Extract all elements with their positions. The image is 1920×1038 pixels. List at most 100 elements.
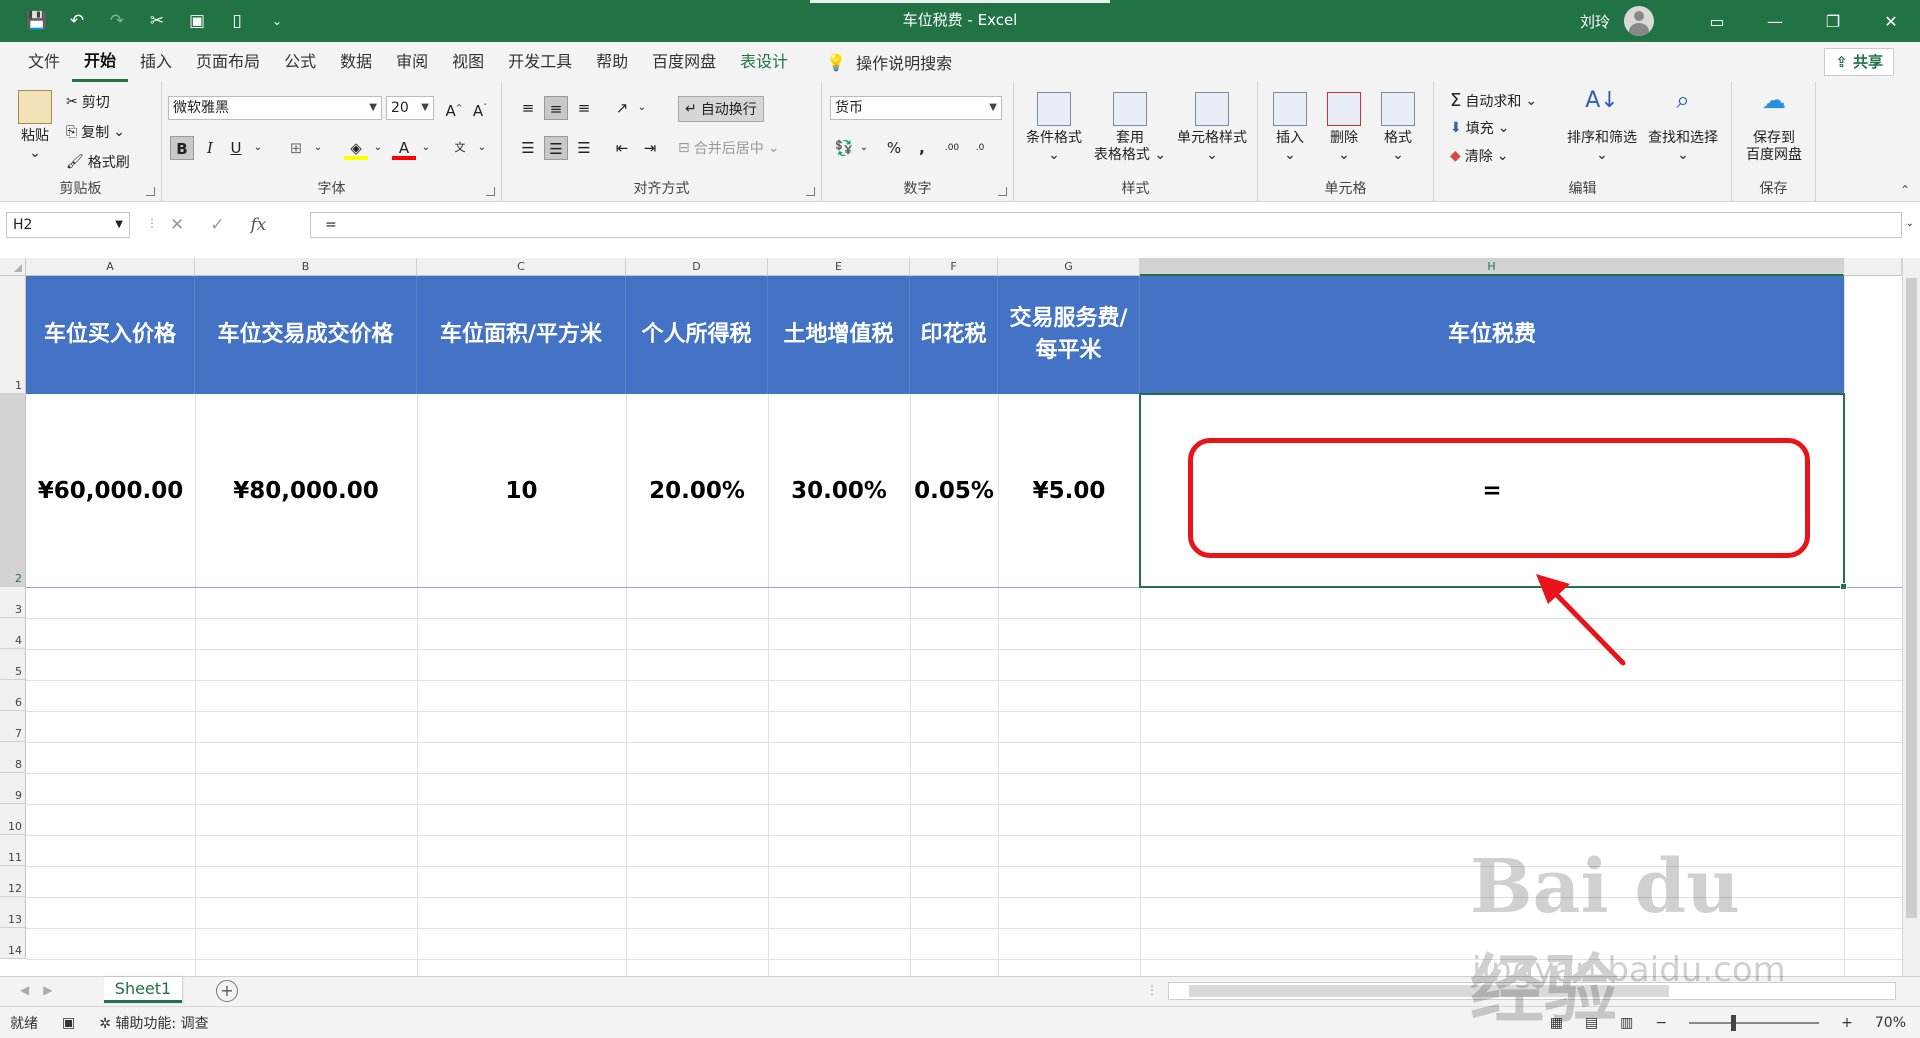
phonetic-guide-icon[interactable]: 文 [448,136,472,160]
vertical-scrollbar[interactable] [1902,258,1920,976]
align-bottom-icon[interactable]: ≡ [572,96,596,120]
cancel-icon[interactable]: ✕ [170,215,184,235]
enter-icon[interactable]: ✓ [210,215,224,235]
tab-table-design[interactable]: 表设计 [728,42,800,82]
insert-cells-button[interactable]: 插入 ⌄ [1264,92,1316,164]
avatar[interactable] [1624,6,1654,36]
accounting-dropdown-icon[interactable]: ⌄ [852,136,876,160]
sort-filter-button[interactable]: A↓ 排序和筛选 ⌄ [1562,90,1642,164]
find-select-button[interactable]: ⌕ 查找和选择 ⌄ [1642,88,1724,164]
table-header-cell[interactable]: 车位面积/平方米 [417,276,626,394]
column-header-d[interactable]: D [626,258,768,276]
bold-button[interactable]: B [170,136,194,160]
column-header-c[interactable]: C [417,258,626,276]
fill-color-dropdown-icon[interactable]: ⌄ [366,136,390,160]
vertical-scroll-thumb[interactable] [1906,278,1917,918]
tab-review[interactable]: 审阅 [384,42,440,82]
wrap-text-button[interactable]: ↵ 自动换行 [678,96,764,122]
table-data-cell[interactable]: ¥80,000.00 [195,394,417,587]
page-layout-view-icon[interactable]: ▤ [1585,1015,1598,1031]
zoom-in-icon[interactable]: + [1841,1015,1853,1031]
fill-color-icon[interactable]: ◈ [344,136,368,160]
table-header-cell[interactable]: 交易服务费/ 每平米 [998,276,1140,394]
save-icon[interactable]: 💾 [24,11,50,31]
merge-center-button[interactable]: ⊟ 合并后居中 ⌄ [678,138,779,158]
insert-function-icon[interactable]: fx [251,215,267,235]
save-to-baidu-button[interactable]: ☁ 保存到 百度网盘 [1736,88,1812,164]
tab-help[interactable]: 帮助 [584,42,640,82]
select-all-button[interactable] [0,258,26,276]
undo-icon[interactable]: ↶ [64,11,90,31]
redo-icon[interactable]: ↷ [104,11,130,31]
customize-qat-icon[interactable]: ⌄ [264,14,290,28]
column-header-b[interactable]: B [195,258,417,276]
cell-styles-button[interactable]: 单元格样式 ⌄ [1170,92,1254,164]
dialog-launcher-icon[interactable] [486,187,495,196]
tell-me-search[interactable]: 💡 操作说明搜索 [826,50,952,74]
add-sheet-icon[interactable]: + [216,980,238,1002]
row-header-4[interactable]: 4 [0,618,26,649]
row-header-8[interactable]: 8 [0,742,26,773]
copy-button[interactable]: ⎘ 复制 ⌄ [66,122,125,142]
sheet-nav-arrows[interactable]: ◀▶ [20,983,66,997]
row-header-10[interactable]: 10 [0,804,26,835]
table-header-cell[interactable]: 印花税 [910,276,998,394]
row-header-6[interactable]: 6 [0,680,26,711]
row-header-14[interactable]: 14 [0,928,26,959]
font-color-icon[interactable]: A [392,136,416,160]
collapse-ribbon-icon[interactable]: ⌃ [1900,183,1910,197]
cut-button[interactable]: ✂ 剪切 [66,92,110,112]
column-header-a[interactable]: A [26,258,195,276]
align-left-icon[interactable]: ☰ [516,136,540,160]
close-icon[interactable]: ✕ [1862,0,1920,42]
row-header-7[interactable]: 7 [0,711,26,742]
page-break-view-icon[interactable]: ▥ [1620,1015,1633,1031]
ribbon-display-options-icon[interactable]: ▭ [1688,0,1746,42]
format-cells-button[interactable]: 格式 ⌄ [1372,92,1424,164]
table-data-cell[interactable]: 20.00% [626,394,768,587]
row-header-9[interactable]: 9 [0,773,26,804]
expand-formula-bar-icon[interactable]: ⌄ [1906,218,1914,229]
tab-data[interactable]: 数据 [328,42,384,82]
table-data-cell[interactable]: 30.00% [768,394,910,587]
paste-button[interactable]: 粘贴 ⌄ [10,90,60,162]
sheet-tab-sheet1[interactable]: Sheet1 [104,977,182,1003]
align-right-icon[interactable]: ☰ [572,136,596,160]
delete-cells-button[interactable]: 删除 ⌄ [1318,92,1370,164]
minimize-icon[interactable]: — [1746,0,1804,42]
tab-page-layout[interactable]: 页面布局 [184,42,272,82]
dialog-launcher-icon[interactable] [146,187,155,196]
shrink-font-icon[interactable]: Aˇ [468,96,492,120]
table-header-cell[interactable]: 个人所得税 [626,276,768,394]
column-header-e[interactable]: E [768,258,910,276]
conditional-formatting-button[interactable]: 条件格式 ⌄ [1022,92,1086,164]
format-painter-button[interactable]: 🖌 格式刷 [66,152,130,172]
percent-style-button[interactable]: % [882,136,906,160]
number-format-select[interactable]: 货币 ▼ [830,96,1002,120]
borders-dropdown-icon[interactable]: ⌄ [306,136,330,160]
worksheet-grid[interactable]: A B C D E F G H 1 2 3 4 5 6 7 8 9 10 11 … [0,258,1920,976]
tab-view[interactable]: 视图 [440,42,496,82]
comma-style-button[interactable]: , [910,136,934,160]
underline-dropdown-icon[interactable]: ⌄ [246,136,270,160]
row-header-2[interactable]: 2 [0,394,26,587]
zoom-level[interactable]: 70% [1875,1015,1906,1031]
table-header-cell[interactable]: 车位交易成交价格 [195,276,417,394]
italic-button[interactable]: I [198,136,222,160]
align-center-icon[interactable]: ☰ [544,136,568,160]
dialog-launcher-icon[interactable] [998,187,1007,196]
column-header-h[interactable]: H [1140,258,1844,276]
phonetic-dropdown-icon[interactable]: ⌄ [470,136,494,160]
tab-insert[interactable]: 插入 [128,42,184,82]
increase-indent-icon[interactable]: ⇥ [638,136,662,160]
row-header-12[interactable]: 12 [0,866,26,897]
tab-home[interactable]: 开始 [72,42,129,82]
column-header-f[interactable]: F [910,258,998,276]
tab-formulas[interactable]: 公式 [272,42,328,82]
name-box[interactable]: H2 ▼ [6,212,130,238]
fill-button[interactable]: ⬇ 填充 ⌄ [1450,118,1509,138]
font-size-select[interactable]: 20 ▼ [386,96,434,120]
grow-font-icon[interactable]: A^ [442,96,466,120]
align-top-icon[interactable]: ≡ [516,96,540,120]
table-data-cell[interactable]: ¥5.00 [998,394,1140,587]
